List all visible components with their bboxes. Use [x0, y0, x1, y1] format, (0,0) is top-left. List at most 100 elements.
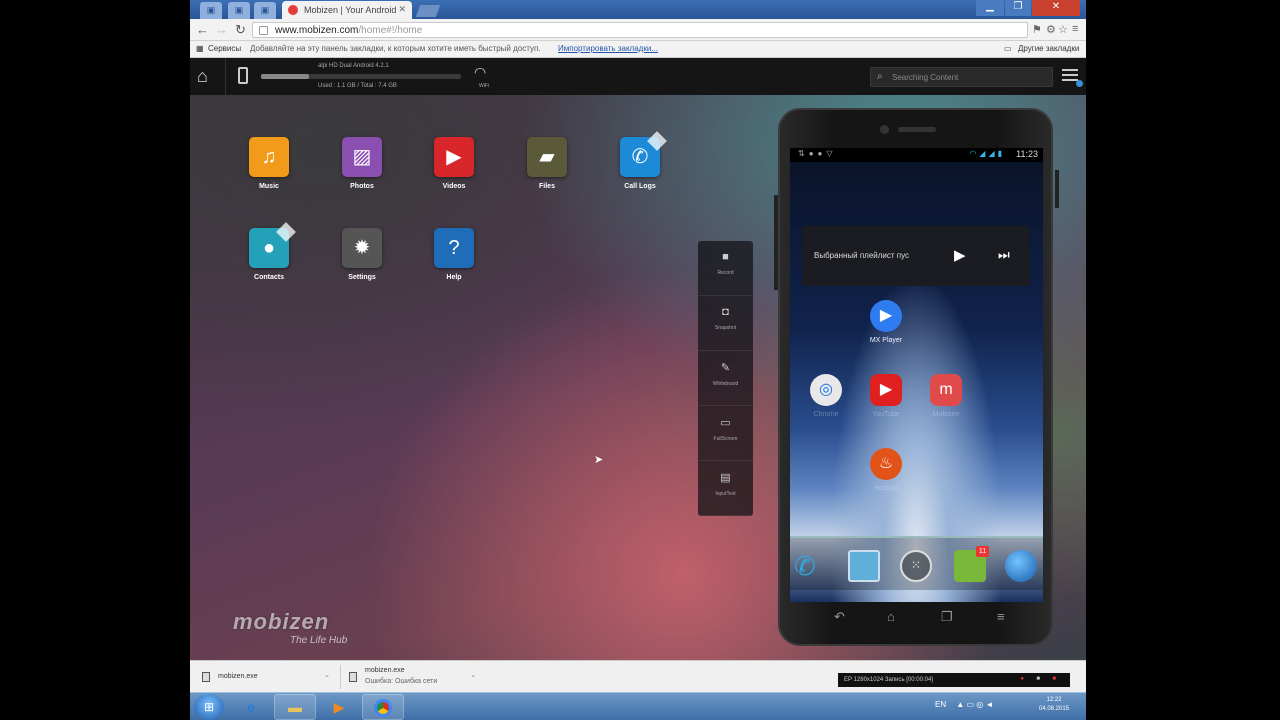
phone-time: 11:23: [1016, 149, 1038, 159]
phone-app[interactable]: ♨ Hotspot: [856, 448, 916, 492]
screen-recorder-bar: EP 1280x1024 Запись [00:00:04] ● ■ ■: [838, 673, 1070, 687]
app-settings[interactable]: ✹ Settings: [322, 228, 402, 281]
bookmark-services[interactable]: Сервисы: [208, 41, 241, 57]
app-tile: ▰: [527, 137, 567, 177]
download-item[interactable]: mobizen.exe Ошибка: Ошибка сети ⌄: [340, 665, 480, 689]
app-videos[interactable]: ▶ Videos: [414, 137, 494, 190]
tool-snapshot[interactable]: ◘ Snapshot: [698, 296, 753, 351]
pause-icon[interactable]: ■: [1036, 676, 1040, 682]
app-label: Videos: [442, 183, 466, 190]
maximize-button[interactable]: ❐: [1005, 0, 1031, 16]
app-contacts[interactable]: ● Contacts: [229, 222, 309, 281]
address-bar[interactable]: www.mobizen.com/home#!/home: [252, 22, 1028, 38]
play-icon[interactable]: ▶: [954, 246, 966, 264]
app-label: Music: [259, 183, 279, 190]
chevron-down-icon[interactable]: ⌄: [470, 671, 476, 679]
phone-app[interactable]: ▶ MX Player: [856, 300, 916, 344]
ie-icon[interactable]: e: [230, 694, 272, 720]
tool-inputtext[interactable]: ▤ InputText: [698, 461, 753, 516]
divider: [225, 58, 226, 95]
translate-icon[interactable]: ⚑: [1032, 23, 1042, 36]
mx-player-icon: ▶: [870, 300, 902, 332]
phone-status-bar: ⇅●●▽ ◠◢◢▮ 11:23: [790, 148, 1043, 162]
pen-icon: ✎: [720, 362, 731, 374]
clock-date: 04.08.2015: [1039, 706, 1070, 712]
phone-icon[interactable]: [238, 67, 248, 84]
phone-app[interactable]: m Mobizen: [916, 374, 976, 418]
phone-app[interactable]: ▶ YouTube: [856, 374, 916, 418]
apps-grid-icon[interactable]: ▦: [196, 41, 204, 57]
app-files[interactable]: ▰ Files: [507, 137, 587, 190]
chrome-menu-icon[interactable]: ≡: [1072, 23, 1078, 35]
chevron-down-icon[interactable]: ⌄: [324, 671, 330, 679]
dialer-icon[interactable]: ✆: [794, 550, 826, 582]
phone-screen[interactable]: ⇅●●▽ ◠◢◢▮ 11:23 Выбранный плейлист пус ▶…: [790, 148, 1043, 602]
new-tab-button[interactable]: [415, 5, 441, 17]
download-item[interactable]: mobizen.exe ⌄: [194, 665, 334, 689]
language-indicator[interactable]: EN: [935, 700, 946, 709]
app-photos[interactable]: ▨ Photos: [322, 137, 402, 190]
media-player-icon[interactable]: ▶: [318, 694, 360, 720]
page-icon: [259, 26, 268, 35]
reload-icon[interactable]: ↻: [235, 22, 246, 38]
chrome-taskbar-icon[interactable]: [362, 694, 404, 720]
app-label: Settings: [348, 274, 376, 281]
browser-globe-icon[interactable]: [1005, 550, 1037, 582]
pinned-tab[interactable]: ▣: [228, 2, 250, 19]
next-track-icon[interactable]: ⏭: [998, 247, 1010, 263]
home-icon[interactable]: ⌂: [197, 66, 208, 87]
bookmarks-bar: ▦ Сервисы Добавляйте на эту панель закла…: [190, 41, 1086, 58]
clock-time: 12:22: [1046, 697, 1062, 703]
music-note-icon: ♫: [261, 146, 277, 168]
play-icon: ▶: [446, 146, 462, 168]
notification-icons: ⇅●●▽: [798, 149, 837, 158]
phone-app[interactable]: ◎ Chrome: [796, 374, 856, 418]
bookmark-import-link[interactable]: Импортировать закладки...: [558, 41, 658, 57]
contacts-icon[interactable]: [848, 550, 880, 582]
tray-icons[interactable]: ▲ ▭ ◎ ◄: [956, 700, 993, 709]
browser-tab-active[interactable]: Mobizen | Your Android ✕: [282, 1, 412, 19]
recent-apps-icon[interactable]: ❐: [941, 609, 953, 625]
menu-icon[interactable]: [1062, 69, 1078, 81]
start-button[interactable]: ⊞: [194, 694, 224, 720]
close-window-button[interactable]: ✕: [1032, 0, 1080, 16]
forward-arrow-icon[interactable]: →: [215, 22, 228, 38]
search-input[interactable]: ⌕ Searching Content: [870, 67, 1053, 87]
pinned-tab[interactable]: ▣: [200, 2, 222, 19]
phone-app-label: YouTube: [872, 411, 900, 418]
close-tab-icon[interactable]: ✕: [398, 4, 406, 15]
back-arrow-icon[interactable]: ←: [196, 22, 209, 38]
app-call-logs[interactable]: ✆ Call Logs: [600, 131, 680, 190]
extension-icon[interactable]: ⚙: [1046, 23, 1056, 36]
screen: ▣ ▣ ▣ Mobizen | Your Android ✕ ▁ ❐ ✕ ← →…: [190, 0, 1086, 720]
clock[interactable]: 12:22 04.08.2015: [1039, 696, 1069, 714]
minimize-button[interactable]: ▁: [976, 0, 1004, 16]
phone-menu-icon[interactable]: ≡: [997, 609, 1005, 624]
back-icon[interactable]: ↶: [834, 609, 845, 625]
file-icon: [202, 672, 210, 682]
url-path: /home#!/home: [358, 25, 423, 36]
app-drawer-icon[interactable]: ⁙: [900, 550, 932, 582]
tab-title: Mobizen | Your Android: [304, 5, 397, 15]
explorer-folder-icon[interactable]: ▬: [274, 694, 316, 720]
home-button-icon[interactable]: ⌂: [887, 609, 895, 624]
device-name: alpi HD Dual Android 4.2.1: [318, 63, 389, 69]
download-name: mobizen.exe: [218, 673, 258, 680]
app-music[interactable]: ♫ Music: [229, 137, 309, 190]
bookmark-star-icon[interactable]: ☆: [1058, 23, 1068, 36]
tool-label: InputText: [715, 491, 736, 497]
other-bookmarks[interactable]: Другие закладки: [1018, 41, 1079, 57]
record-icon[interactable]: ●: [1020, 676, 1024, 682]
hotspot-icon: ♨: [870, 448, 902, 480]
folder-icon: ▭: [1004, 44, 1012, 53]
pinned-tab[interactable]: ▣: [254, 2, 276, 19]
stop-icon[interactable]: ■: [1052, 676, 1056, 682]
photo-icon: ▨: [352, 146, 372, 168]
tool-whiteboard[interactable]: ✎ Whiteboard: [698, 351, 753, 406]
tool-record[interactable]: ■ Record: [698, 241, 753, 296]
app-help[interactable]: ? Help: [414, 228, 494, 281]
url-host: www.mobizen.com: [275, 25, 359, 36]
tool-fullscreen[interactable]: ▭ FullScreen: [698, 406, 753, 461]
mobizen-logo: mobizen: [233, 609, 330, 634]
messaging-icon[interactable]: 11: [954, 546, 989, 582]
